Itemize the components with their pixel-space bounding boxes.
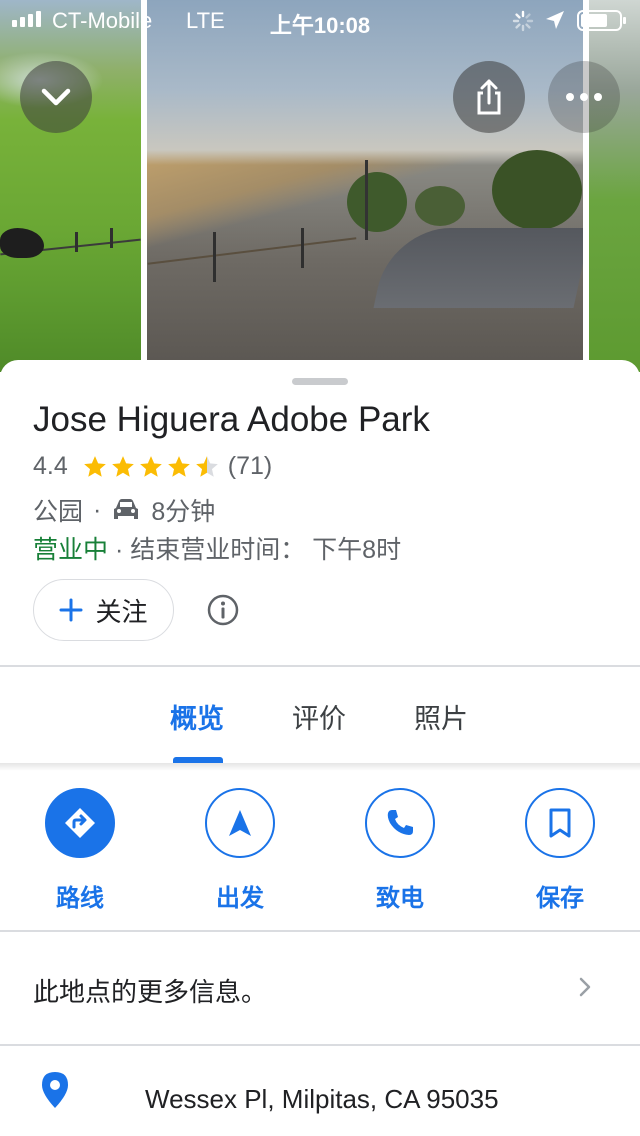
photo-main[interactable] bbox=[147, 0, 583, 372]
start-circle bbox=[205, 788, 275, 858]
tab-bar: 概览 评价 照片 bbox=[0, 667, 640, 763]
tree bbox=[347, 172, 407, 232]
star-icon bbox=[111, 455, 134, 477]
place-title: Jose Higuera Adobe Park bbox=[33, 400, 430, 439]
hours-row[interactable]: 营业中 · 结束营业时间： 下午8时 bbox=[33, 530, 401, 566]
tab-reviews[interactable]: 评价 bbox=[292, 697, 346, 736]
call-circle bbox=[365, 788, 435, 858]
star-icon bbox=[83, 455, 106, 477]
more-horizontal-icon bbox=[566, 93, 602, 101]
car-icon bbox=[114, 499, 139, 519]
fence-post bbox=[75, 232, 78, 252]
collapse-button[interactable] bbox=[20, 61, 92, 133]
photo-carousel[interactable] bbox=[0, 0, 640, 372]
follow-button[interactable]: 关注 bbox=[33, 579, 174, 641]
info-icon[interactable] bbox=[207, 594, 239, 626]
start-navigation-button[interactable]: 出发 bbox=[180, 788, 300, 913]
sheet-drag-handle[interactable] bbox=[292, 378, 348, 385]
call-button[interactable]: 致电 bbox=[340, 788, 460, 913]
save-label: 保存 bbox=[536, 885, 584, 912]
more-options-button[interactable] bbox=[548, 61, 620, 133]
navigation-arrow-icon bbox=[229, 810, 251, 836]
activity-spinner-icon bbox=[512, 10, 534, 32]
directions-button[interactable]: 路线 bbox=[20, 788, 140, 913]
start-label: 出发 bbox=[216, 885, 264, 912]
rating-value: 4.4 bbox=[33, 452, 68, 480]
tab-photos[interactable]: 照片 bbox=[414, 697, 468, 736]
chevron-right-icon bbox=[579, 977, 591, 997]
plus-icon bbox=[59, 598, 83, 622]
share-icon bbox=[477, 79, 501, 115]
chevron-down-icon bbox=[41, 88, 71, 106]
tree bbox=[415, 186, 465, 226]
separator-dot: · bbox=[93, 495, 102, 524]
save-circle bbox=[525, 788, 595, 858]
half-star-icon bbox=[195, 455, 218, 477]
quick-actions: 路线 出发 致电 保存 bbox=[0, 788, 640, 912]
rating-row[interactable]: 4.4 (71) bbox=[33, 452, 272, 481]
place-details-sheet: Jose Higuera Adobe Park 4.4 (71) 公园 · 8分… bbox=[0, 360, 640, 1136]
bookmark-icon bbox=[549, 808, 571, 838]
call-label: 致电 bbox=[376, 885, 424, 912]
closing-time: · 结束营业时间： 下午8时 bbox=[114, 536, 402, 564]
photo-thumbnail-left[interactable] bbox=[0, 0, 141, 372]
address-row[interactable]: Wessex Pl, Milpitas, CA 95035 bbox=[0, 1046, 640, 1136]
more-info-label: 此地点的更多信息。 bbox=[33, 977, 268, 1007]
status-bar: CT-Mobile LTE 上午10:08 bbox=[0, 0, 640, 40]
drive-time: 8分钟 bbox=[151, 498, 216, 526]
photo-thumbnail-right[interactable] bbox=[589, 0, 640, 372]
cow bbox=[0, 228, 44, 258]
star-icon bbox=[167, 455, 190, 477]
location-services-icon bbox=[546, 11, 564, 29]
star-icon bbox=[139, 455, 162, 477]
address-text: Wessex Pl, Milpitas, CA 95035 bbox=[145, 1084, 499, 1114]
tree bbox=[492, 150, 582, 230]
fence-post bbox=[110, 228, 113, 248]
star-rating bbox=[82, 454, 220, 480]
save-button[interactable]: 保存 bbox=[500, 788, 620, 913]
battery-icon bbox=[577, 10, 626, 31]
directions-circle bbox=[45, 788, 115, 858]
location-pin-icon bbox=[42, 1072, 68, 1108]
follow-label: 关注 bbox=[95, 596, 148, 627]
place-category: 公园 bbox=[33, 498, 84, 526]
review-count: (71) bbox=[227, 452, 273, 480]
directions-icon bbox=[65, 808, 95, 838]
phone-icon bbox=[387, 810, 413, 835]
tab-overview[interactable]: 概览 bbox=[170, 697, 224, 736]
share-button[interactable] bbox=[453, 61, 525, 133]
tab-bar-shadow bbox=[0, 763, 640, 771]
open-status: 营业中 bbox=[33, 536, 109, 564]
fence-post bbox=[301, 228, 304, 268]
directions-label: 路线 bbox=[56, 885, 104, 912]
category-row: 公园 · 8分钟 bbox=[33, 492, 215, 528]
fence-post bbox=[213, 232, 216, 282]
more-info-row[interactable]: 此地点的更多信息。 bbox=[0, 932, 640, 1044]
light-pole bbox=[365, 160, 368, 240]
fence bbox=[147, 237, 357, 265]
